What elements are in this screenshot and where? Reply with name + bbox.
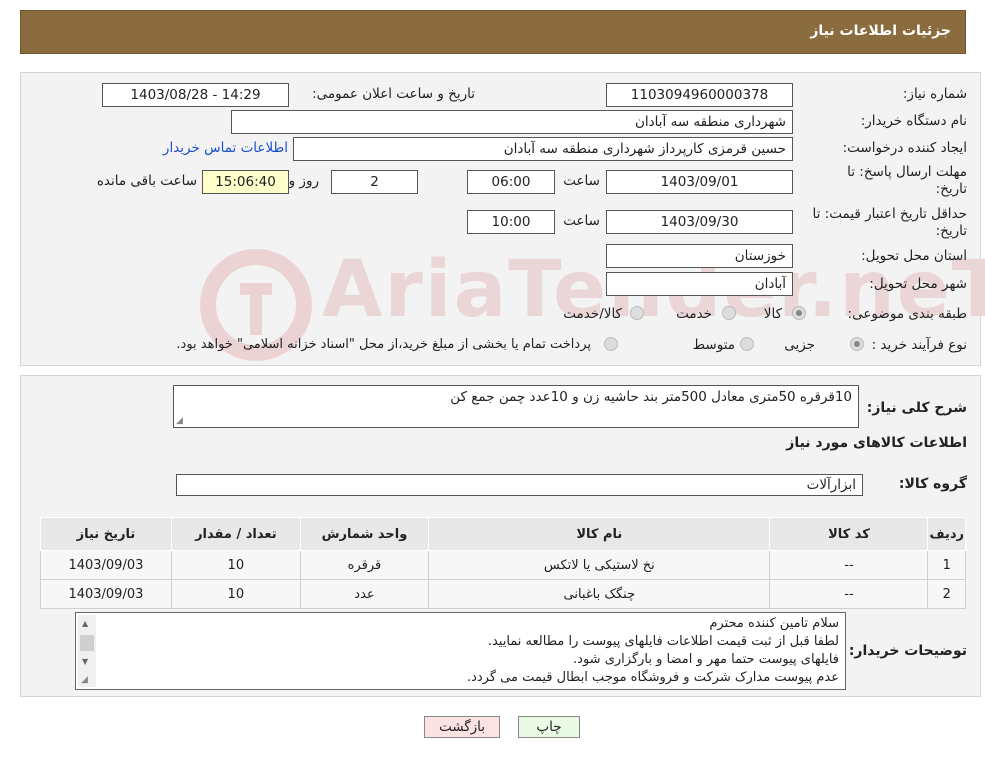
table-header-row: ردیف کد کالا نام کالا واحد شمارش تعداد /… (40, 517, 966, 551)
category-option-service: خدمت (676, 306, 712, 322)
announce-datetime-field: 1403/08/28 - 14:29 (102, 83, 289, 107)
category-radio-goods-service[interactable] (630, 306, 644, 320)
price-date-field: 1403/09/30 (606, 210, 793, 234)
scroll-up-icon[interactable]: ▲ (82, 619, 88, 628)
col-item-code: کد کالا (769, 517, 929, 551)
resize-grip-icon[interactable]: ◢ (81, 675, 88, 685)
col-item-name: نام کالا (428, 517, 771, 551)
back-button[interactable]: بازگشت (424, 716, 500, 738)
category-option-goods: کالا (763, 306, 782, 322)
process-option-minor: جزیی (784, 337, 815, 353)
process-radio-minor[interactable] (850, 337, 864, 351)
cell-need-date: 1403/09/03 (40, 550, 172, 580)
table-row: 1 -- نخ لاستیکی یا لاتکس قرقره 10 1403/0… (40, 550, 966, 580)
category-option-goods-service: کالا/خدمت (563, 306, 622, 322)
process-note: پرداخت تمام یا بخشی از مبلغ خرید،از محل … (176, 337, 591, 352)
cell-row-number: 2 (927, 579, 966, 609)
resize-grip-icon[interactable]: ◢ (176, 417, 183, 426)
requester-field: حسین قرمزی کارپرداز شهرداری منطقه سه آبا… (293, 137, 793, 161)
col-quantity: تعداد / مقدار (170, 517, 301, 551)
price-time-label: ساعت (563, 213, 600, 229)
reply-time-field: 06:00 (467, 170, 555, 194)
cell-item-code: -- (769, 579, 929, 609)
process-label: نوع فرآیند خرید : (871, 337, 967, 353)
note-line: سلام تامین کننده محترم (709, 616, 839, 631)
category-radio-service[interactable] (722, 306, 736, 320)
general-desc-field: 10قرقره 50متری معادل 500متر بند حاشیه زن… (173, 385, 859, 428)
price-validity-label: حداقل تاریخ اعتبار قیمت: تا تاریخ: (787, 206, 967, 240)
goods-group-field: ابزارآلات (176, 474, 863, 496)
items-table-wrap: ردیف کد کالا نام کالا واحد شمارش تعداد /… (40, 517, 966, 609)
province-field: خوزستان (606, 244, 793, 268)
page-header: جزئیات اطلاعات نیاز (20, 10, 966, 54)
price-validity-label-text: حداقل تاریخ اعتبار قیمت: تا تاریخ: (812, 206, 967, 239)
cell-row-number: 1 (927, 550, 966, 580)
buyer-notes-label: توضیحات خریدار: (848, 643, 967, 659)
cell-item-name: نخ لاستیکی یا لاتکس (428, 550, 771, 580)
goods-info-title: اطلاعات کالاهای مورد نیاز (786, 435, 967, 451)
need-number-field: 1103094960000378 (606, 83, 793, 107)
items-table: ردیف کد کالا نام کالا واحد شمارش تعداد /… (40, 517, 966, 609)
buyer-contact-link[interactable]: اطلاعات تماس خریدار (163, 140, 288, 156)
print-button[interactable]: چاپ (518, 716, 580, 738)
reply-deadline-label-text: مهلت ارسال پاسخ: تا تاریخ: (847, 164, 967, 197)
cell-item-code: -- (769, 550, 929, 580)
reply-date-field: 1403/09/01 (606, 170, 793, 194)
days-field: 2 (331, 170, 418, 194)
buyer-org-field: شهرداری منطقه سه آبادان (231, 110, 793, 134)
city-field: آبادان (606, 272, 793, 296)
notes-scrollbar[interactable]: ▲ ▼ ◢ (78, 615, 96, 687)
category-label: طبقه بندی موضوعی: (847, 306, 967, 322)
category-radio-goods[interactable] (792, 306, 806, 320)
scroll-down-icon[interactable]: ▼ (82, 657, 88, 666)
buyer-notes-textarea[interactable]: ▲ ▼ ◢ سلام تامین کننده محترم لطفا قبل از… (75, 612, 846, 690)
process-option-medium: متوسط (692, 337, 735, 353)
need-number-label: شماره نیاز: (902, 86, 967, 102)
general-desc-label: شرح کلی نیاز: (866, 400, 967, 416)
goods-group-label: گروه کالا: (898, 476, 967, 492)
buyer-org-label: نام دستگاه خریدار: (860, 113, 967, 129)
col-unit: واحد شمارش (299, 517, 430, 551)
process-radio-treasury[interactable] (604, 337, 618, 351)
announce-datetime-label: تاریخ و ساعت اعلان عمومی: (312, 86, 475, 102)
reply-time-label: ساعت (563, 173, 600, 189)
days-label: روز و (288, 173, 319, 189)
cell-item-name: چنگک باغبانی (428, 579, 771, 609)
requester-label: ایجاد کننده درخواست: (842, 140, 967, 156)
remaining-label: ساعت باقی مانده (96, 173, 197, 189)
scroll-thumb[interactable] (80, 635, 94, 651)
note-line: فایلهای پیوست حتما مهر و امضا و بارگزاری… (573, 652, 839, 667)
cell-quantity: 10 (170, 550, 301, 580)
col-need-date: تاریخ نیاز (40, 517, 172, 551)
process-radio-medium[interactable] (740, 337, 754, 351)
note-line: عدم پیوست مدارک شرکت و فروشگاه موجب ابطا… (466, 670, 839, 685)
cell-unit: قرقره (299, 550, 430, 580)
table-row: 2 -- چنگک باغبانی عدد 10 1403/09/03 (40, 579, 966, 609)
general-desc-text: 10قرقره 50متری معادل 500متر بند حاشیه زن… (450, 389, 852, 405)
province-label: استان محل تحویل: (861, 248, 967, 264)
cell-quantity: 10 (170, 579, 301, 609)
reply-deadline-label: مهلت ارسال پاسخ: تا تاریخ: (817, 164, 967, 198)
note-line: لطفا قبل از ثبت قیمت اطلاعات فایلهای پیو… (487, 634, 839, 649)
price-time-field: 10:00 (467, 210, 555, 234)
city-label: شهر محل تحویل: (869, 276, 967, 292)
cell-unit: عدد (299, 579, 430, 609)
col-row-number: ردیف (927, 517, 966, 551)
page-title: جزئیات اطلاعات نیاز (810, 23, 951, 39)
buyer-notes-content: سلام تامین کننده محترم لطفا قبل از ثبت ق… (99, 615, 839, 687)
cell-need-date: 1403/09/03 (40, 579, 172, 609)
remaining-time-field: 15:06:40 (202, 170, 289, 194)
